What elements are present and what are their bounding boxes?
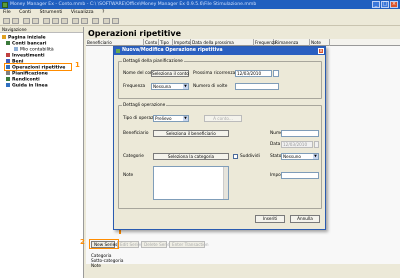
frequency-select[interactable]: Nessuna ▼ bbox=[151, 83, 189, 90]
menu-help[interactable]: ? bbox=[102, 10, 104, 15]
menu-bar: File Conti Strumenti Visualizza ? bbox=[0, 9, 400, 16]
chevron-down-icon: ▼ bbox=[313, 154, 318, 159]
menu-file[interactable]: File bbox=[3, 10, 11, 15]
status-label: Stato bbox=[270, 154, 282, 159]
date-picker-icon[interactable] bbox=[314, 141, 319, 148]
options-icon[interactable] bbox=[92, 18, 99, 24]
amount-field[interactable] bbox=[281, 172, 319, 179]
frequency-label: Frequenza bbox=[123, 84, 146, 89]
window-title-bar: Money Manager Ex - Conto.mmb - C:\ \SOFT… bbox=[0, 0, 400, 9]
new-database-icon[interactable] bbox=[3, 18, 10, 24]
detail-panel: Categoria Sotto-categoria Note bbox=[91, 253, 123, 268]
close-button[interactable]: × bbox=[390, 1, 398, 8]
new-transaction-icon[interactable] bbox=[43, 18, 50, 24]
menu-view[interactable]: Visualizza bbox=[71, 10, 94, 15]
date-label: Data bbox=[270, 142, 281, 147]
notes-scrollbar[interactable] bbox=[223, 167, 228, 199]
ok-button[interactable]: Inseriti bbox=[255, 215, 285, 223]
toolbar bbox=[0, 16, 400, 26]
investment-icon bbox=[6, 53, 10, 57]
filter-icon[interactable] bbox=[81, 18, 88, 24]
home-folder-icon bbox=[2, 35, 6, 39]
help-book-icon bbox=[6, 83, 10, 87]
schedule-group: Dettagli della pianificazione Nome del c… bbox=[118, 59, 322, 99]
column-header[interactable]: Note bbox=[310, 39, 330, 46]
dialog-close-icon[interactable]: × bbox=[318, 48, 324, 54]
help-icon[interactable] bbox=[103, 18, 110, 24]
notes-textarea[interactable] bbox=[153, 166, 229, 200]
enter-transaction-button[interactable]: Enter Transaction bbox=[169, 241, 209, 248]
app-icon bbox=[2, 1, 8, 8]
detail-notes-label: Note bbox=[91, 263, 101, 268]
next-due-date-field[interactable]: 12/03/2010 bbox=[235, 70, 272, 77]
account-icon bbox=[14, 47, 18, 51]
budget-icon bbox=[6, 71, 10, 75]
column-header[interactable]: Data della prossima scadenza bbox=[191, 39, 254, 52]
select-payee-button[interactable]: Seleziona il beneficiario bbox=[153, 130, 229, 137]
select-account-button[interactable]: Seleziona il conto bbox=[151, 70, 189, 77]
recurring-transaction-dialog: Nuova/Modifica Operazione ripetitiva × D… bbox=[113, 46, 326, 230]
maximize-button[interactable]: □ bbox=[381, 1, 389, 8]
open-database-icon[interactable] bbox=[12, 18, 19, 24]
menu-accounts[interactable]: Conti bbox=[19, 10, 31, 15]
chevron-down-icon: ▼ bbox=[183, 116, 188, 121]
schedule-group-title: Dettagli della pianificazione bbox=[122, 59, 184, 64]
dialog-title: Nuova/Modifica Operazione ripetitiva bbox=[122, 48, 223, 53]
chevron-down-icon: ▼ bbox=[183, 84, 188, 89]
tree-item-help[interactable]: Guida in linea bbox=[6, 83, 48, 89]
callout-2-highlight bbox=[89, 239, 119, 249]
delete-series-button[interactable]: Delete Series bbox=[141, 241, 172, 248]
grid-header: Beneficiario Conto Tipo Importo Data del… bbox=[86, 39, 400, 52]
payee-label: Beneficiario bbox=[123, 131, 149, 136]
column-header[interactable]: Importo bbox=[173, 39, 191, 46]
transaction-type-select[interactable]: Prelievo ▼ bbox=[153, 115, 189, 122]
callout-1: 1 bbox=[75, 61, 80, 69]
column-header[interactable]: Rimanenza giorni bbox=[274, 39, 310, 52]
notes-label: Note bbox=[123, 173, 134, 178]
minimize-button[interactable]: _ bbox=[372, 1, 380, 8]
column-header[interactable]: Beneficiario bbox=[86, 39, 144, 46]
new-account-icon[interactable] bbox=[23, 18, 30, 24]
date-picker-icon[interactable] bbox=[273, 70, 279, 77]
page-title: Operazioni ripetitive bbox=[88, 29, 182, 38]
select-category-button[interactable]: Seleziona la categoria bbox=[153, 153, 229, 160]
callout-2: 2 bbox=[80, 238, 85, 246]
navigation-header: Navigazione bbox=[0, 27, 83, 33]
window-title: Money Manager Ex - Conto.mmb - C:\ \SOFT… bbox=[10, 2, 257, 7]
reports-icon bbox=[6, 77, 10, 81]
about-icon[interactable] bbox=[112, 18, 119, 24]
column-header[interactable]: Frequenza bbox=[254, 39, 277, 46]
category-icon[interactable] bbox=[61, 18, 68, 24]
dialog-title-bar: Nuova/Modifica Operazione ripetitiva × bbox=[114, 47, 325, 55]
category-label: Categorie bbox=[123, 154, 144, 159]
split-checkbox[interactable] bbox=[233, 154, 238, 159]
times-label: Numero di volte bbox=[193, 84, 228, 89]
status-select[interactable]: Nessuno ▼ bbox=[281, 153, 319, 160]
split-label: Suddividi bbox=[240, 154, 260, 159]
date-field[interactable]: 12/03/2010 bbox=[281, 141, 313, 148]
transaction-group: Dettagli operazione Tipo di operazione P… bbox=[118, 103, 322, 209]
column-header[interactable]: Conto bbox=[144, 39, 159, 46]
currency-icon[interactable] bbox=[72, 18, 79, 24]
transaction-group-title: Dettagli operazione bbox=[122, 103, 167, 108]
payee-icon[interactable] bbox=[52, 18, 59, 24]
times-field[interactable] bbox=[235, 83, 279, 90]
callout-1-highlight bbox=[4, 63, 72, 71]
home-icon[interactable] bbox=[32, 18, 39, 24]
to-account-button[interactable]: A conto... bbox=[204, 115, 242, 122]
edit-series-button[interactable]: Edit Series bbox=[117, 241, 142, 248]
cancel-button[interactable]: Annulla bbox=[290, 215, 320, 223]
column-header[interactable]: Tipo bbox=[159, 39, 173, 46]
menu-tools[interactable]: Strumenti bbox=[40, 10, 63, 15]
bank-icon bbox=[6, 41, 10, 45]
next-due-label: Prossima ricorrenza bbox=[193, 71, 236, 76]
dialog-icon bbox=[116, 49, 120, 53]
number-field[interactable] bbox=[281, 130, 319, 137]
